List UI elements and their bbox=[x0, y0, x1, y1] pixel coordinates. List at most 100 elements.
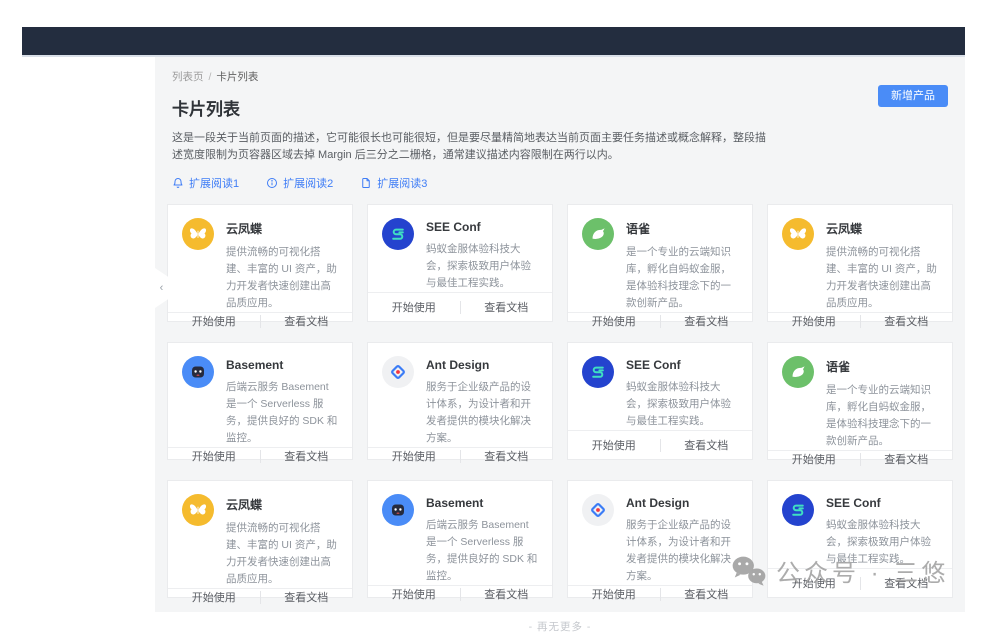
view-docs-action[interactable]: 查看文档 bbox=[261, 313, 353, 329]
card-footer: 开始使用 查看文档 bbox=[168, 588, 352, 605]
start-using-action[interactable]: 开始使用 bbox=[168, 589, 260, 605]
card-footer: 开始使用 查看文档 bbox=[568, 430, 752, 459]
card-description: 提供流畅的可视化搭建、丰富的 UI 资产，助力开发者快速创建出高品质应用。 bbox=[226, 244, 338, 312]
card-footer: 开始使用 查看文档 bbox=[368, 447, 552, 464]
extended-reading-link-1[interactable]: 扩展阅读1 bbox=[172, 175, 239, 191]
extended-reading-links: 扩展阅读1 扩展阅读2 扩展阅读3 bbox=[172, 175, 948, 191]
no-more-text: - 再无更多 - bbox=[155, 619, 965, 634]
card-title: SEE Conf bbox=[626, 356, 738, 372]
product-card: 云凤蝶 提供流畅的可视化搭建、丰富的 UI 资产，助力开发者快速创建出高品质应用… bbox=[167, 204, 353, 322]
card-footer: 开始使用 查看文档 bbox=[168, 447, 352, 464]
card-body: 语雀 是一个专业的云端知识库，孵化自蚂蚁金服，是体验科技理念下的一款创新产品。 bbox=[568, 205, 752, 312]
product-card: 云凤蝶 提供流畅的可视化搭建、丰富的 UI 资产，助力开发者快速创建出高品质应用… bbox=[167, 480, 353, 598]
product-card: SEE Conf 蚂蚁金服体验科技大会，探索极致用户体验与最佳工程实践。 开始使… bbox=[767, 480, 953, 598]
view-docs-action[interactable]: 查看文档 bbox=[661, 586, 753, 602]
link-label: 扩展阅读1 bbox=[189, 175, 239, 191]
card-description: 蚂蚁金服体验科技大会，探索极致用户体验与最佳工程实践。 bbox=[426, 241, 538, 292]
file-text-icon bbox=[360, 177, 372, 189]
view-docs-action[interactable]: 查看文档 bbox=[861, 575, 953, 591]
start-using-action[interactable]: 开始使用 bbox=[768, 575, 860, 591]
chevron-left-icon: ‹ bbox=[160, 282, 164, 294]
view-docs-action[interactable]: 查看文档 bbox=[461, 586, 553, 602]
extended-reading-link-2[interactable]: 扩展阅读2 bbox=[266, 175, 333, 191]
start-using-action[interactable]: 开始使用 bbox=[768, 451, 860, 467]
card-body: 云凤蝶 提供流畅的可视化搭建、丰富的 UI 资产，助力开发者快速创建出高品质应用… bbox=[168, 205, 352, 312]
card-description: 蚂蚁金服体验科技大会，探索极致用户体验与最佳工程实践。 bbox=[826, 517, 938, 568]
card-footer: 开始使用 查看文档 bbox=[768, 568, 952, 597]
view-docs-action[interactable]: 查看文档 bbox=[861, 451, 953, 467]
breadcrumb: 列表页/卡片列表 bbox=[172, 69, 948, 84]
card-title: 云凤蝶 bbox=[226, 218, 338, 237]
card-content: 云凤蝶 提供流畅的可视化搭建、丰富的 UI 资产，助力开发者快速创建出高品质应用… bbox=[226, 218, 338, 312]
card-footer: 开始使用 查看文档 bbox=[368, 585, 552, 602]
card-title: 语雀 bbox=[626, 218, 738, 237]
card-title: SEE Conf bbox=[826, 494, 938, 510]
card-content: 语雀 是一个专业的云端知识库，孵化自蚂蚁金服，是体验科技理念下的一款创新产品。 bbox=[826, 356, 938, 450]
card-body: SEE Conf 蚂蚁金服体验科技大会，探索极致用户体验与最佳工程实践。 bbox=[568, 343, 752, 430]
start-using-action[interactable]: 开始使用 bbox=[368, 586, 460, 602]
bell-icon bbox=[172, 177, 184, 189]
view-docs-action[interactable]: 查看文档 bbox=[261, 589, 353, 605]
robot-icon bbox=[182, 356, 214, 388]
card-description: 是一个专业的云端知识库，孵化自蚂蚁金服，是体验科技理念下的一款创新产品。 bbox=[626, 244, 738, 312]
card-description: 服务于企业级产品的设计体系，为设计者和开发者提供的模块化解决方案。 bbox=[426, 379, 538, 447]
view-docs-action[interactable]: 查看文档 bbox=[661, 437, 753, 453]
product-card-grid: 云凤蝶 提供流畅的可视化搭建、丰富的 UI 资产，助力开发者快速创建出高品质应用… bbox=[155, 204, 965, 598]
start-using-action[interactable]: 开始使用 bbox=[568, 437, 660, 453]
start-using-action[interactable]: 开始使用 bbox=[768, 313, 860, 329]
view-docs-action[interactable]: 查看文档 bbox=[261, 448, 353, 464]
start-using-action[interactable]: 开始使用 bbox=[568, 313, 660, 329]
card-footer: 开始使用 查看文档 bbox=[768, 450, 952, 467]
card-description: 提供流畅的可视化搭建、丰富的 UI 资产，助力开发者快速创建出高品质应用。 bbox=[826, 244, 938, 312]
butterfly-icon bbox=[182, 218, 214, 250]
product-card: 语雀 是一个专业的云端知识库，孵化自蚂蚁金服，是体验科技理念下的一款创新产品。 … bbox=[767, 342, 953, 460]
view-docs-action[interactable]: 查看文档 bbox=[461, 299, 553, 315]
card-description: 后端云服务 Basement 是一个 Serverless 服务，提供良好的 S… bbox=[426, 517, 538, 585]
start-using-action[interactable]: 开始使用 bbox=[368, 299, 460, 315]
link-label: 扩展阅读3 bbox=[377, 175, 427, 191]
extended-reading-link-3[interactable]: 扩展阅读3 bbox=[360, 175, 427, 191]
info-circle-icon bbox=[266, 177, 278, 189]
top-nav-bar bbox=[22, 27, 965, 57]
card-content: SEE Conf 蚂蚁金服体验科技大会，探索极致用户体验与最佳工程实践。 bbox=[626, 356, 738, 430]
content-panel: 列表页/卡片列表 卡片列表 新增产品 这是一段关于当前页面的描述，它可能很长也可… bbox=[155, 57, 965, 612]
product-card: 云凤蝶 提供流畅的可视化搭建、丰富的 UI 资产，助力开发者快速创建出高品质应用… bbox=[767, 204, 953, 322]
add-product-button[interactable]: 新增产品 bbox=[878, 85, 948, 107]
link-label: 扩展阅读2 bbox=[283, 175, 333, 191]
card-title: Basement bbox=[226, 356, 338, 372]
card-body: 语雀 是一个专业的云端知识库，孵化自蚂蚁金服，是体验科技理念下的一款创新产品。 bbox=[768, 343, 952, 450]
card-title: SEE Conf bbox=[426, 218, 538, 234]
card-body: Basement 后端云服务 Basement 是一个 Serverless 服… bbox=[168, 343, 352, 447]
start-using-action[interactable]: 开始使用 bbox=[168, 448, 260, 464]
card-title: Ant Design bbox=[426, 356, 538, 372]
product-card: SEE Conf 蚂蚁金服体验科技大会，探索极致用户体验与最佳工程实践。 开始使… bbox=[367, 204, 553, 322]
start-using-action[interactable]: 开始使用 bbox=[168, 313, 260, 329]
butterfly-icon bbox=[782, 218, 814, 250]
view-docs-action[interactable]: 查看文档 bbox=[661, 313, 753, 329]
card-footer: 开始使用 查看文档 bbox=[168, 312, 352, 329]
card-title: 云凤蝶 bbox=[226, 494, 338, 513]
product-card: 语雀 是一个专业的云端知识库，孵化自蚂蚁金服，是体验科技理念下的一款创新产品。 … bbox=[567, 204, 753, 322]
card-title: 语雀 bbox=[826, 356, 938, 375]
view-docs-action[interactable]: 查看文档 bbox=[861, 313, 953, 329]
seeconf-logo-icon bbox=[782, 494, 814, 526]
card-body: 云凤蝶 提供流畅的可视化搭建、丰富的 UI 资产，助力开发者快速创建出高品质应用… bbox=[168, 481, 352, 588]
breadcrumb-item-list-page[interactable]: 列表页 bbox=[172, 71, 204, 83]
card-content: SEE Conf 蚂蚁金服体验科技大会，探索极致用户体验与最佳工程实践。 bbox=[826, 494, 938, 568]
card-content: 云凤蝶 提供流畅的可视化搭建、丰富的 UI 资产，助力开发者快速创建出高品质应用… bbox=[826, 218, 938, 312]
page-description: 这是一段关于当前页面的描述，它可能很长也可能很短，但是要尽量精简地表达当前页面主… bbox=[172, 130, 766, 163]
start-using-action[interactable]: 开始使用 bbox=[368, 448, 460, 464]
ant-design-logo-icon bbox=[382, 356, 414, 388]
view-docs-action[interactable]: 查看文档 bbox=[461, 448, 553, 464]
product-card: Basement 后端云服务 Basement 是一个 Serverless 服… bbox=[167, 342, 353, 460]
product-card: Basement 后端云服务 Basement 是一个 Serverless 服… bbox=[367, 480, 553, 598]
card-content: SEE Conf 蚂蚁金服体验科技大会，探索极致用户体验与最佳工程实践。 bbox=[426, 218, 538, 292]
card-body: Ant Design 服务于企业级产品的设计体系，为设计者和开发者提供的模块化解… bbox=[568, 481, 752, 585]
robot-icon bbox=[382, 494, 414, 526]
start-using-action[interactable]: 开始使用 bbox=[568, 586, 660, 602]
butterfly-icon bbox=[182, 494, 214, 526]
card-body: Ant Design 服务于企业级产品的设计体系，为设计者和开发者提供的模块化解… bbox=[368, 343, 552, 447]
card-description: 提供流畅的可视化搭建、丰富的 UI 资产，助力开发者快速创建出高品质应用。 bbox=[226, 520, 338, 588]
ant-design-logo-icon bbox=[582, 494, 614, 526]
page-header: 列表页/卡片列表 卡片列表 新增产品 这是一段关于当前页面的描述，它可能很长也可… bbox=[155, 57, 965, 191]
